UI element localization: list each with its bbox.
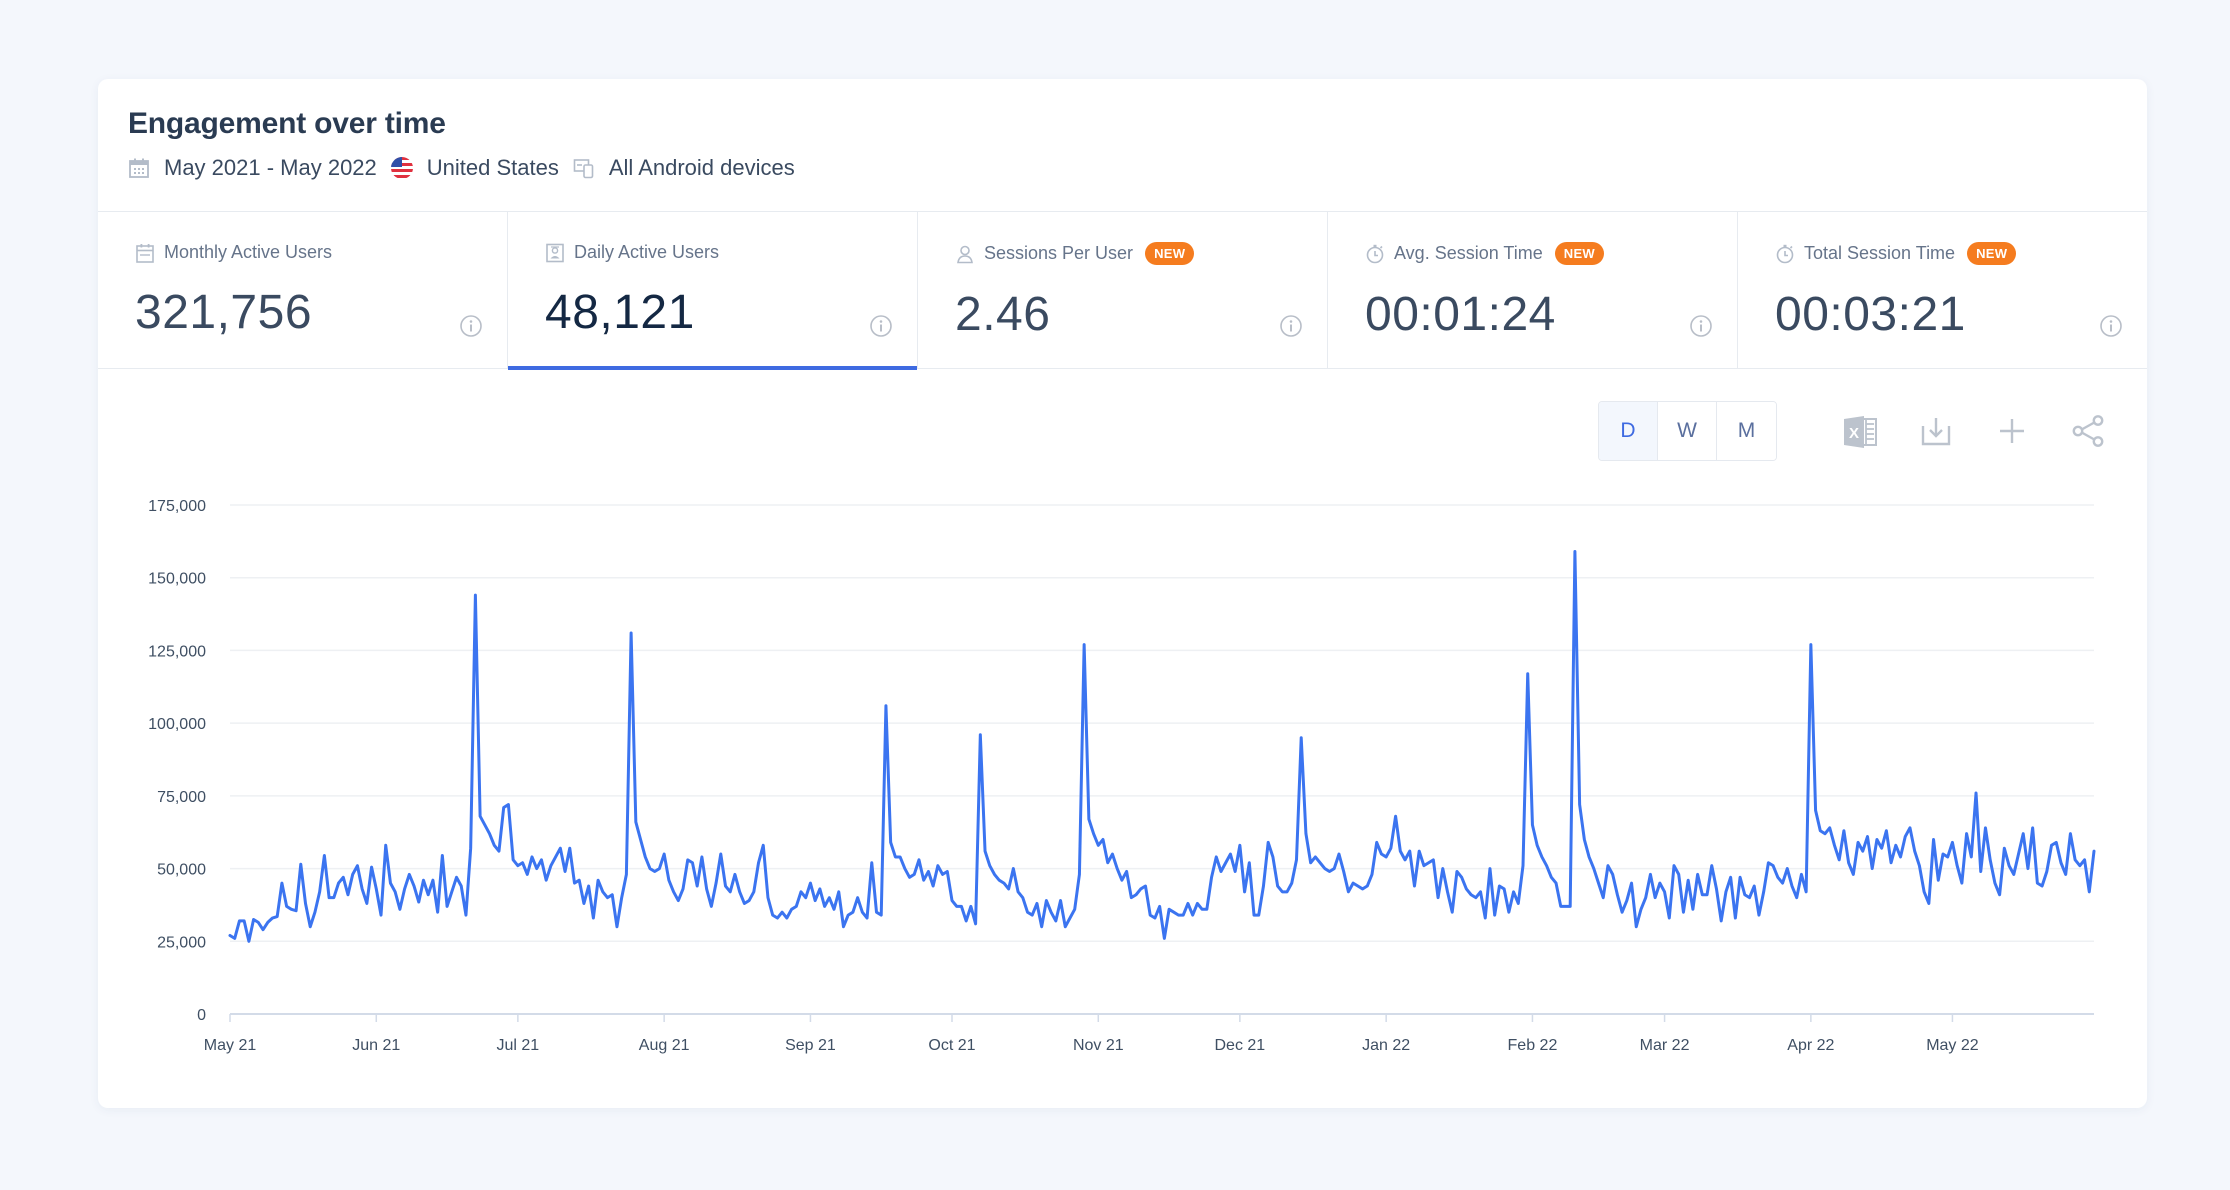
download-icon xyxy=(1921,418,1951,446)
excel-export-button[interactable]: X xyxy=(1841,412,1879,450)
download-button[interactable] xyxy=(1917,412,1955,450)
series-layer xyxy=(228,550,2096,943)
y-tick-label: 150,000 xyxy=(148,571,206,588)
metric-tab-monthly-active-users[interactable]: Monthly Active Users 321,756 xyxy=(98,212,508,368)
share-button[interactable] xyxy=(2069,412,2107,450)
x-tick-label: Jun 21 xyxy=(352,1037,400,1054)
granularity-weekly-button[interactable]: W xyxy=(1658,402,1717,460)
excel-export-icon: X xyxy=(1844,416,1877,448)
user-icon xyxy=(957,245,973,263)
y-tick-label: 50,000 xyxy=(157,862,206,879)
calendar-icon xyxy=(136,243,154,263)
x-tick-label: Jan 22 xyxy=(1362,1037,1410,1054)
device-label: All Android devices xyxy=(608,155,795,180)
granularity-daily-button[interactable]: D xyxy=(1599,402,1658,460)
metric-label: Daily Active Users xyxy=(574,242,720,262)
new-badge: NEW xyxy=(1145,242,1195,265)
metric-tab-daily-active-users[interactable]: Daily Active Users 48,121 xyxy=(508,212,918,370)
svg-text:X: X xyxy=(1849,425,1859,442)
metric-label: Total Session Time xyxy=(1804,243,1956,263)
x-tick-label: Feb 22 xyxy=(1508,1037,1558,1054)
plus-icon xyxy=(2000,419,2024,443)
metric-label: Sessions Per User xyxy=(984,243,1134,263)
metric-value: 48,121 xyxy=(545,286,695,339)
metric-value: 2.46 xyxy=(955,288,1051,341)
devices-icon xyxy=(573,159,594,179)
x-tick-label: Oct 21 xyxy=(928,1037,975,1054)
calendar-icon xyxy=(129,158,149,178)
x-axis: May 21 Jun 21 Jul 21 Aug 21 Sep 21 Oct 21 Nov … xyxy=(204,1013,2094,1054)
dau-series-line xyxy=(228,550,2096,943)
new-badge: NEW xyxy=(1554,242,1604,265)
x-tick-label: Sep 21 xyxy=(785,1037,836,1054)
device-filter[interactable]: All Android devices xyxy=(573,155,795,181)
info-icon[interactable] xyxy=(2099,314,2123,338)
metric-value: 321,756 xyxy=(135,286,313,339)
granularity-toggle: D W M xyxy=(1598,401,1777,461)
metric-label: Avg. Session Time xyxy=(1394,243,1543,263)
filter-bar: May 2021 - May 2022 United States All An… xyxy=(128,155,809,181)
metric-tab-sessions-per-user[interactable]: Sessions Per User NEW 2.46 xyxy=(918,212,1328,368)
y-tick-label: 125,000 xyxy=(148,643,206,660)
add-button[interactable] xyxy=(1993,412,2031,450)
card-title: Engagement over time xyxy=(128,107,446,140)
us-flag-icon xyxy=(390,157,413,179)
granularity-monthly-button[interactable]: M xyxy=(1717,402,1776,460)
x-tick-label: May 22 xyxy=(1926,1037,1979,1054)
new-badge: NEW xyxy=(1967,242,2017,265)
metric-tab-avg-session-time[interactable]: Avg. Session Time NEW 00:01:24 xyxy=(1328,212,1738,368)
x-tick-label: Mar 22 xyxy=(1640,1037,1690,1054)
y-axis: 0 25,000 50,000 75,000 100,000 125,000 150,000… xyxy=(148,498,206,1024)
metric-label: Monthly Active Users xyxy=(164,242,333,262)
country-label: United States xyxy=(426,155,559,180)
country-filter[interactable]: United States xyxy=(390,155,559,181)
metric-tab-total-session-time[interactable]: Total Session Time NEW 00:03:21 xyxy=(1738,212,2147,368)
x-tick-label: Aug 21 xyxy=(639,1037,690,1054)
chart-toolbar: D W M X xyxy=(1598,401,2107,461)
x-tick-label: Jul 21 xyxy=(497,1037,540,1054)
share-icon xyxy=(2072,415,2104,447)
x-tick-label: Apr 22 xyxy=(1787,1037,1834,1054)
info-icon[interactable] xyxy=(1689,314,1713,338)
date-range-label: May 2021 - May 2022 xyxy=(164,155,377,180)
y-tick-label: 175,000 xyxy=(148,498,206,515)
x-tick-label: May 21 xyxy=(204,1037,257,1054)
info-icon[interactable] xyxy=(459,314,483,338)
date-range-filter[interactable]: May 2021 - May 2022 xyxy=(128,155,377,181)
info-icon[interactable] xyxy=(1279,314,1303,338)
info-icon[interactable] xyxy=(869,314,893,338)
metric-value: 00:03:21 xyxy=(1775,288,1966,341)
y-tick-label: 75,000 xyxy=(157,789,206,806)
engagement-card: Engagement over time May 2021 - May 2022 xyxy=(98,79,2147,1108)
x-tick-label: Dec 21 xyxy=(1215,1037,1266,1054)
y-tick-label: 25,000 xyxy=(157,934,206,951)
grid-lines xyxy=(230,504,2094,943)
card-header: Engagement over time May 2021 - May 2022 xyxy=(128,107,809,181)
x-tick-label: Nov 21 xyxy=(1073,1037,1124,1054)
metric-value: 00:01:24 xyxy=(1365,288,1556,341)
y-tick-label: 100,000 xyxy=(148,716,206,733)
stopwatch-icon xyxy=(1366,244,1384,263)
metric-tabs: Monthly Active Users 321,756 Daily Activ… xyxy=(98,211,2147,370)
stopwatch-icon xyxy=(1776,244,1794,263)
y-tick-label: 0 xyxy=(197,1007,206,1024)
user-card-icon xyxy=(546,243,564,262)
